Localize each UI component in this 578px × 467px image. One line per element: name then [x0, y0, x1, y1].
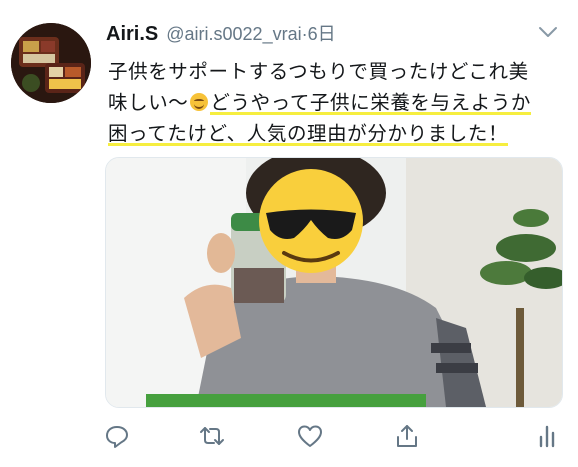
tweet-text-line-1: 子供をサポートするつもりで買ったけどこれ美 — [108, 60, 529, 83]
chevron-down-icon[interactable] — [536, 22, 560, 42]
highlighted-text: どうやって子供に栄養を与えようか — [210, 91, 532, 116]
tweet-actions — [100, 422, 566, 452]
share-icon[interactable] — [393, 422, 421, 450]
tweet-text-line-2: 味しい〜 どうやって子供に栄養を与えようか — [108, 87, 568, 118]
heart-icon[interactable] — [296, 422, 324, 450]
tweet-photo[interactable] — [105, 157, 563, 408]
author-name[interactable]: Airi.S — [106, 23, 158, 46]
highlighted-text-2: 困ってたけど、人気の理由が分かりました！ — [108, 122, 509, 147]
tweet-text: 子供をサポートするつもりで買ったけどこれ美 味しい〜 どうやって子供に栄養を与えよ… — [108, 56, 568, 149]
tweet-text-line-2a: 味しい〜 — [108, 91, 189, 114]
tweet-text-line-3: 困ってたけど、人気の理由が分かりました！ — [108, 118, 568, 149]
retweet-icon[interactable] — [198, 422, 226, 450]
smiling-face-emoji-icon — [190, 93, 209, 111]
tweet-header: Airi.S @airi.s0022_vrai·6日 — [106, 20, 566, 48]
avatar-image — [11, 23, 91, 103]
analytics-icon[interactable] — [534, 422, 562, 450]
photo-image — [106, 158, 562, 407]
reply-icon[interactable] — [103, 422, 131, 450]
author-handle-time[interactable]: @airi.s0022_vrai·6日 — [166, 20, 335, 46]
avatar[interactable] — [11, 23, 91, 103]
